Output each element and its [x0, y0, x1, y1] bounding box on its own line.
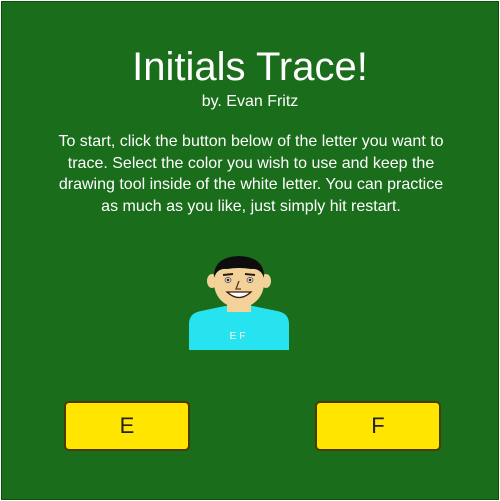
avatar: EF [189, 256, 289, 350]
letter-f-button[interactable]: F [315, 401, 441, 451]
letter-e-button[interactable]: E [64, 401, 190, 451]
instructions-text: To start, click the button below of the … [58, 133, 444, 215]
avatar-shirt-text: EF [230, 331, 249, 342]
avatar-shirt [189, 306, 289, 350]
game-canvas: Initials Trace! by. Evan Fritz To start,… [1, 1, 499, 500]
author-credit: by. Evan Fritz [201, 93, 299, 110]
page-title: Initials Trace! [132, 45, 368, 89]
